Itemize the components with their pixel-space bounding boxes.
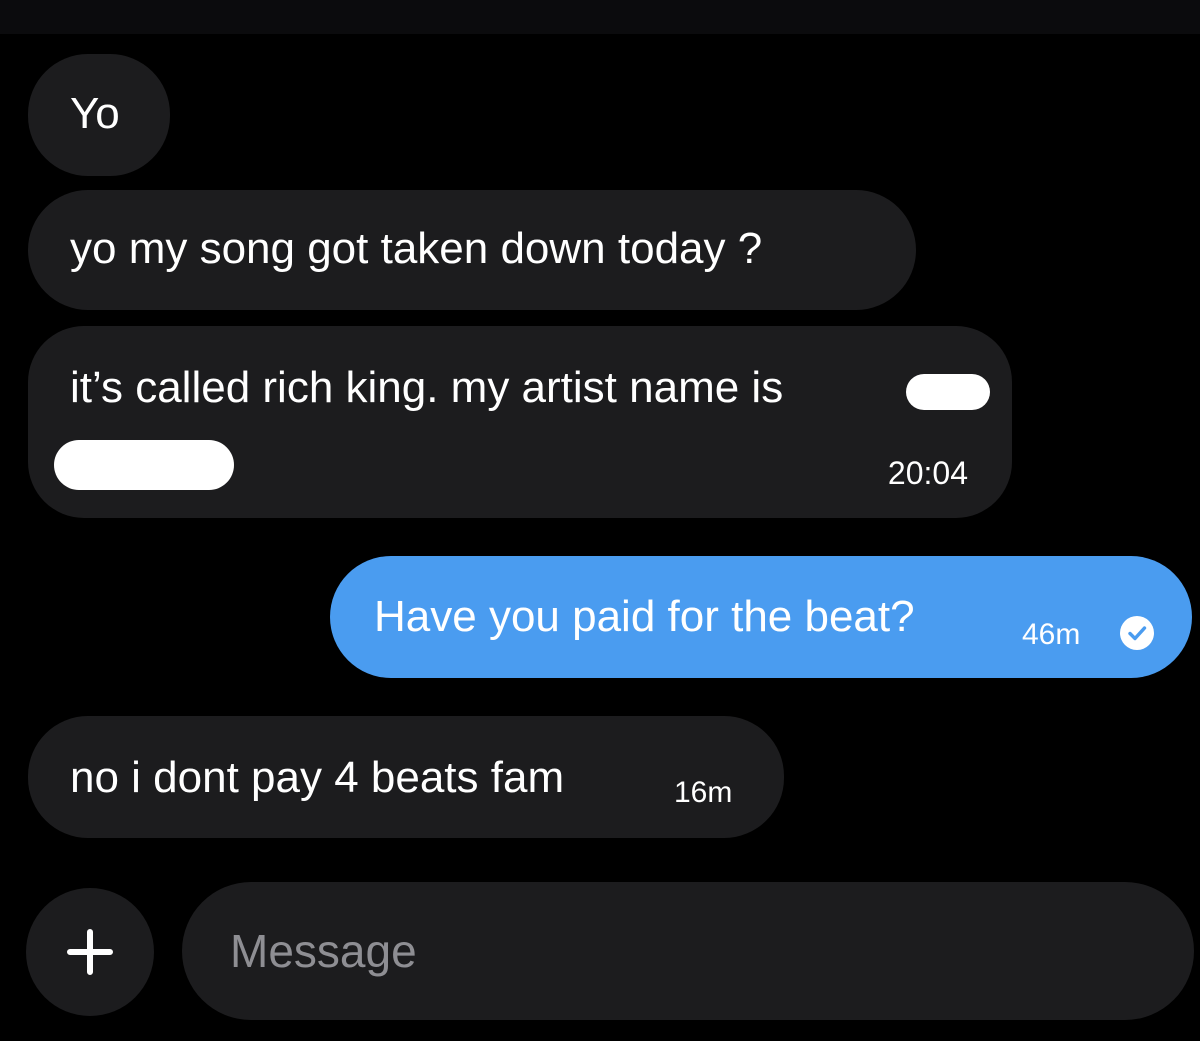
incoming-message[interactable]: it’s called rich king. my artist name is…	[28, 326, 1012, 518]
message-timestamp: 20:04	[887, 455, 968, 491]
message-timestamp: 16m	[674, 776, 733, 809]
message-text: Have you paid for the beat?	[374, 592, 915, 641]
incoming-message[interactable]: no i dont pay 4 beats fam 16m	[28, 716, 784, 838]
redaction-mark	[906, 374, 990, 410]
incoming-message[interactable]: yo my song got taken down today ?	[28, 190, 916, 310]
outgoing-message[interactable]: Have you paid for the beat? 46m	[330, 556, 1192, 678]
add-attachment-button[interactable]	[26, 888, 154, 1016]
incoming-message[interactable]: Yo	[28, 54, 170, 176]
message-text: yo my song got taken down today ?	[70, 224, 763, 273]
redaction-mark	[54, 440, 234, 490]
plus-icon	[67, 929, 113, 975]
message-text: no i dont pay 4 beats fam	[70, 753, 565, 802]
message-timestamp: 46m	[1022, 618, 1081, 651]
check-circle-icon	[1120, 616, 1154, 650]
message-input[interactable]	[182, 882, 1194, 1020]
message-text: Yo	[70, 89, 120, 138]
message-text: it’s called rich king. my artist name is	[70, 363, 784, 412]
